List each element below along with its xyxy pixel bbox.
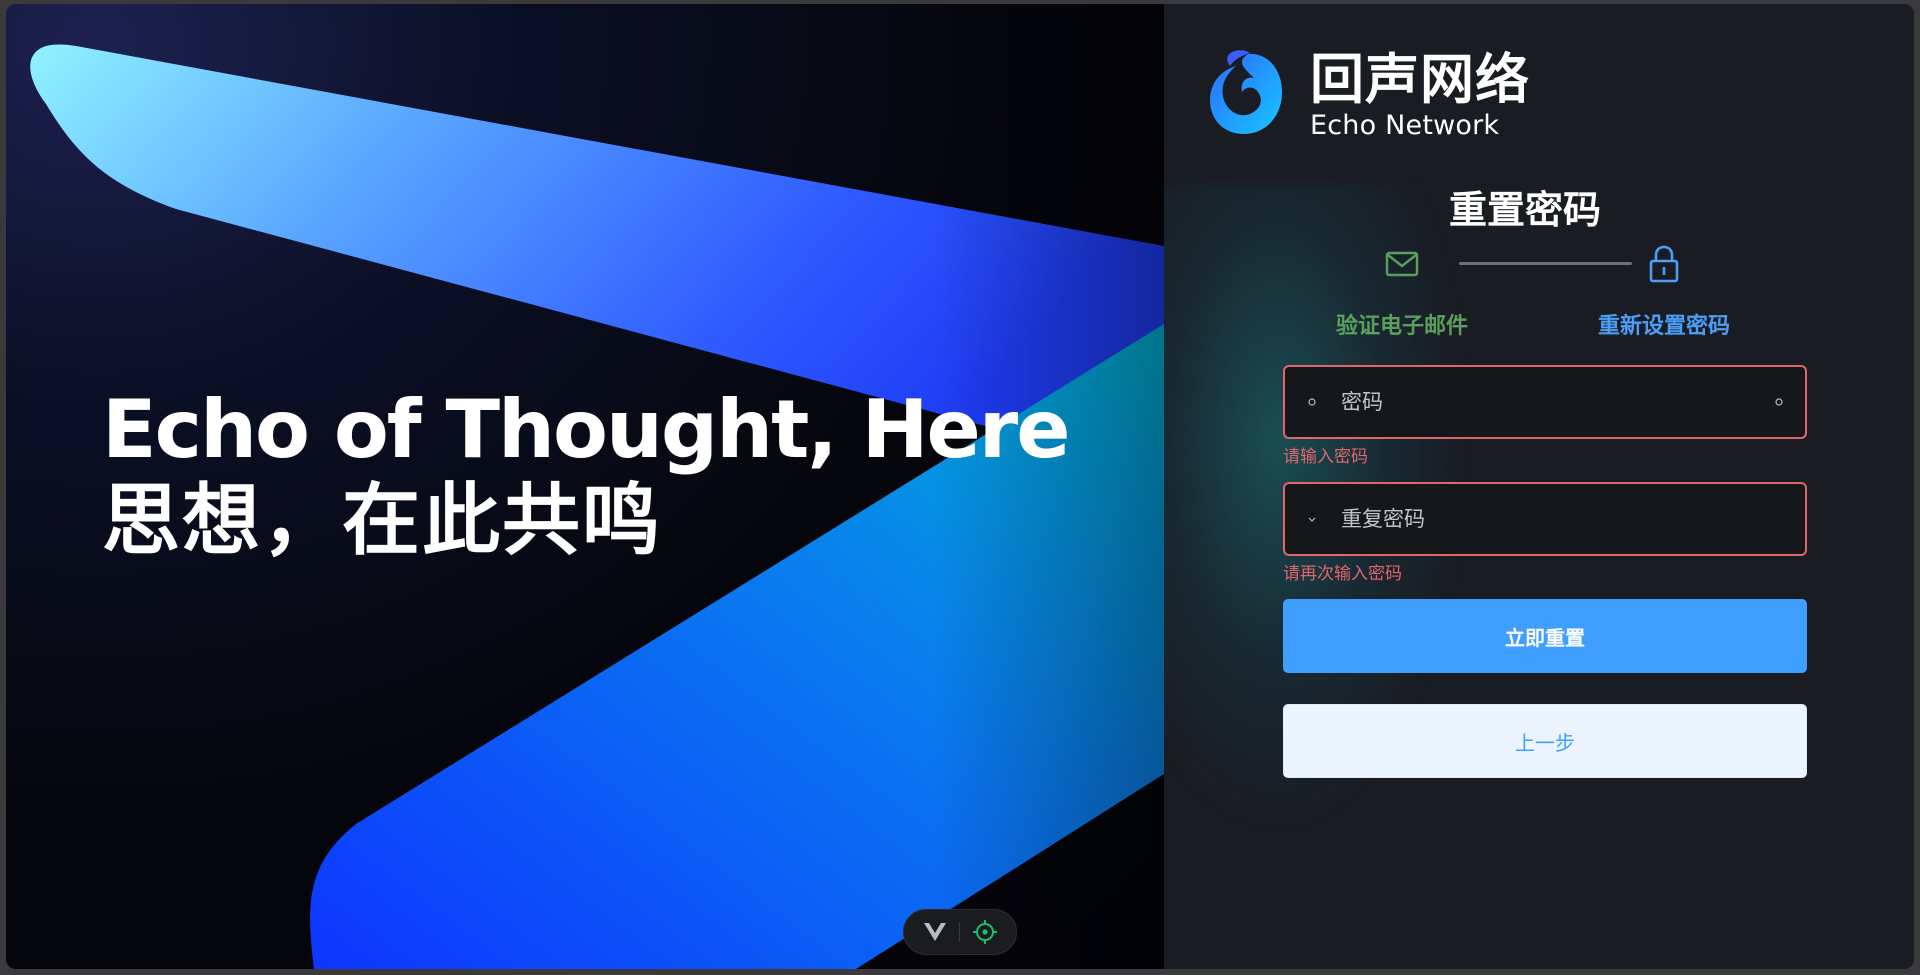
brand-logo: 回声网络 Echo Network (1208, 48, 1530, 143)
password-error: 请输入密码 (1283, 447, 1368, 467)
step-indicator: 验证电子邮件 重新设置密码 (1314, 240, 1764, 340)
repeat-password-input[interactable] (1339, 483, 1805, 555)
repeat-password-field[interactable] (1283, 482, 1807, 556)
reset-password-panel: 回声网络 Echo Network 重置密码 验证电子邮件 重新设置密码 请输入… (1164, 4, 1914, 969)
hero-title: Echo of Thought, Here (102, 383, 1071, 476)
brand-name-cn: 回声网络 (1310, 47, 1530, 111)
brand-name-en: Echo Network (1310, 109, 1500, 141)
password-input[interactable] (1339, 366, 1753, 438)
eye-icon[interactable] (1753, 397, 1805, 407)
crosshair-icon[interactable] (972, 919, 998, 945)
toolbar-divider (959, 922, 961, 942)
app-window: Echo of Thought, Here 思想，在此共鸣 回声网络 Echo … (6, 4, 1914, 969)
swirl-logo-icon (1208, 48, 1284, 143)
step-label-reset-password: 重新设置密码 (1597, 314, 1730, 339)
repeat-password-error: 请再次输入密码 (1283, 564, 1402, 584)
vue-logo-icon[interactable] (922, 921, 948, 943)
password-field[interactable] (1283, 365, 1807, 439)
check-icon (1285, 514, 1339, 524)
lock-icon (1285, 397, 1339, 407)
hero-subtitle: 思想，在此共鸣 (102, 476, 663, 566)
step-reset-password: 重新设置密码 (1564, 240, 1764, 340)
form-title: 重置密码 (1448, 188, 1601, 232)
devtools-toolbar (903, 909, 1017, 955)
step-label-verify-email: 验证电子邮件 (1335, 314, 1468, 339)
reset-now-button[interactable]: 立即重置 (1283, 599, 1807, 673)
hero-panel: Echo of Thought, Here 思想，在此共鸣 (6, 4, 1164, 969)
step-verify-email: 验证电子邮件 (1302, 240, 1502, 340)
lock-icon (1564, 240, 1764, 288)
previous-step-button[interactable]: 上一步 (1283, 704, 1807, 778)
